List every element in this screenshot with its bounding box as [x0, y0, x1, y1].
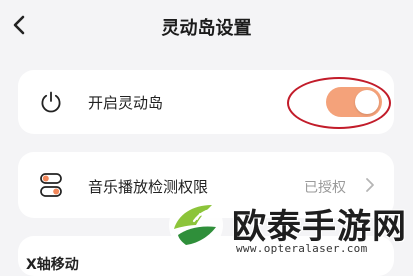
island-toggle-switch[interactable] [326, 87, 382, 117]
chevron-right-icon [362, 174, 378, 196]
page-title: 灵动岛设置 [161, 18, 252, 39]
power-icon [36, 87, 66, 117]
toggle-knob [355, 90, 379, 114]
island-toggle-label: 开启灵动岛 [88, 94, 164, 112]
music-permission-label: 音乐播放检测权限 [88, 178, 209, 196]
toggle-switches-icon [36, 170, 66, 200]
x-axis-label: X轴移动 [26, 257, 79, 273]
island-toggle-row: 开启灵动岛 [18, 70, 394, 134]
x-axis-row[interactable]: X轴移动 [18, 236, 394, 276]
top-bar: 灵动岛设置 [0, 0, 413, 56]
permission-status: 已授权 [304, 180, 346, 196]
music-permission-row[interactable]: 音乐播放检测权限 已授权 [18, 152, 394, 218]
